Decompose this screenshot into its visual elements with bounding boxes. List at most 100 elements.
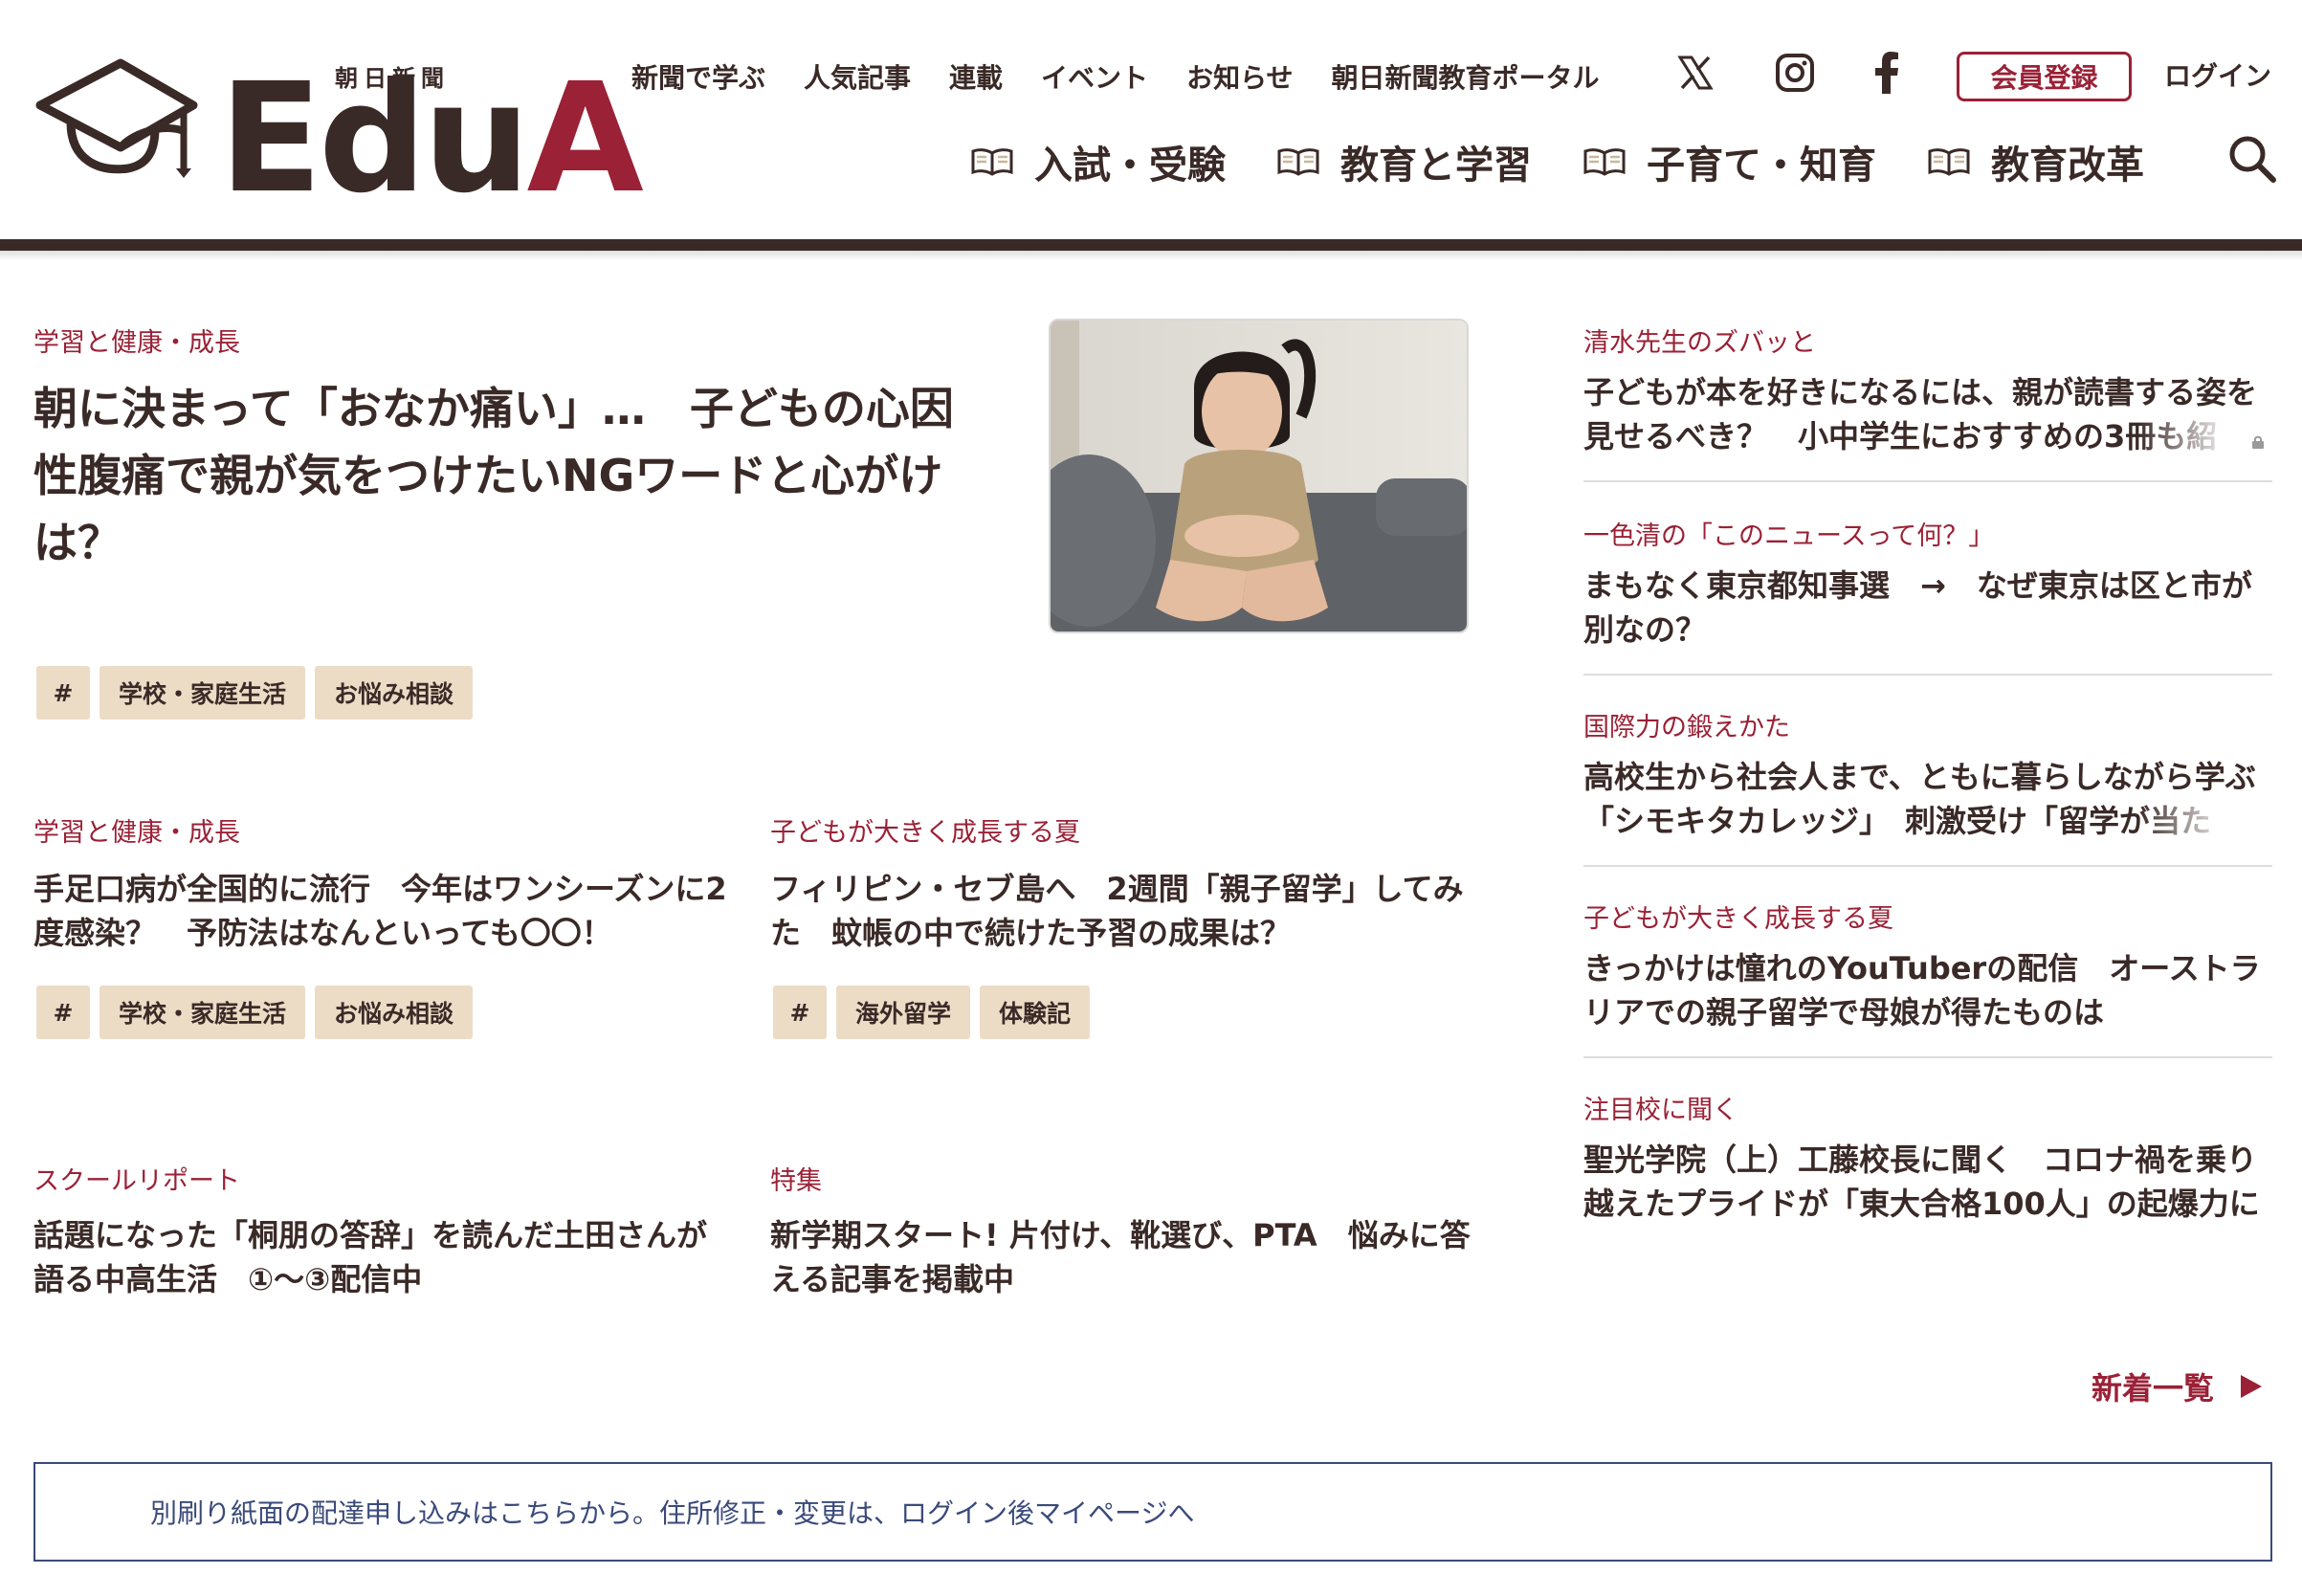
sidebar-title: まもなく東京都知事選 → なぜ東京は区と市が 別なの？ — [1583, 564, 2272, 652]
article-category[interactable]: 特集 — [770, 1160, 822, 1197]
tag-hash[interactable]: # — [36, 666, 90, 720]
top-nav-item[interactable]: 人気記事 — [804, 57, 911, 96]
article-title-line: 手足口病が全国的に流行 今年はワンシーズンに2 — [33, 871, 727, 907]
article-category[interactable]: 学習と健康・成長 — [33, 811, 240, 849]
main-nav-label: 入試・受験 — [1034, 144, 1226, 188]
top-nav-item[interactable]: 朝日新聞教育ポータル — [1332, 57, 1600, 96]
hero-title-line: は？ — [33, 517, 122, 568]
instagram-icon[interactable] — [1772, 50, 1818, 96]
tag[interactable]: 体験記 — [980, 986, 1091, 1039]
sidebar-divider — [1583, 674, 2272, 676]
article-title-line: 度感染？ 予防法はなんといっても〇〇！ — [33, 915, 612, 951]
hero-title-line: 朝に決まって「おなか痛い」… 子どもの心因 — [33, 383, 954, 434]
hero-title-line: 性腹痛で親が気をつけたいNGワードと心がけ — [33, 450, 943, 501]
delivery-notice-banner[interactable]: 別刷り紙面の配達申し込みはこちらから。住所修正・変更は、ログイン後マイページへ — [33, 1462, 2272, 1562]
site-header: 朝日新聞 EduA 新聞で学ぶ 人気記事 連載 イベント お知らせ 朝日新聞教育… — [0, 0, 2302, 239]
hero-article-image[interactable] — [1049, 319, 1469, 633]
sidebar-category: 一色清の「このニュースって何？」 — [1583, 521, 1995, 551]
tag[interactable]: 学校・家庭生活 — [100, 986, 306, 1039]
sidebar-article[interactable]: 子どもが大きく成長する夏 きっかけは憧れのYouTuberの配信 オーストラ リ… — [1583, 898, 2272, 1034]
sidebar-article[interactable]: 国際力の鍛えかた 高校生から社会人まで、ともに暮らしながら学ぶ 「シモキタカレッ… — [1583, 706, 2272, 843]
search-icon[interactable] — [2227, 134, 2277, 184]
sidebar-title-line: まもなく東京都知事選 → なぜ東京は区と市が — [1583, 567, 2252, 604]
article-title-line: える記事を掲載中 — [770, 1261, 1015, 1297]
main-nav-label: 子育て・知育 — [1647, 144, 1876, 188]
article-category[interactable]: スクールリポート — [33, 1160, 240, 1197]
login-link[interactable]: ログイン — [2164, 55, 2271, 94]
sidebar-title: きっかけは憧れのYouTuberの配信 オーストラ リアでの親子留学で母娘が得た… — [1583, 946, 2272, 1034]
book-icon — [1583, 148, 1626, 176]
main-nav: 入試・受験 教育と学習 子育て・知育 教育改革 — [971, 134, 2144, 189]
article-title-line: フィリピン・セブ島へ 2週間「親子留学」してみ — [770, 871, 1464, 907]
tag[interactable]: 海外留学 — [836, 986, 971, 1039]
sidebar-divider — [1583, 480, 2272, 482]
sidebar-article[interactable]: 清水先生のズバッと 子どもが本を好きになるには、親が読書する姿を 見せるべき？ … — [1583, 321, 2272, 458]
lock-icon — [2252, 435, 2264, 449]
sidebar-divider — [1583, 1056, 2272, 1058]
article-tags: # 学校・家庭生活 お悩み相談 — [36, 986, 474, 1039]
hero-category[interactable]: 学習と健康・成長 — [33, 321, 240, 359]
logo-wordmark: EduA — [219, 63, 644, 214]
facebook-icon[interactable] — [1864, 50, 1910, 96]
site-logo[interactable]: 朝日新聞 EduA — [33, 55, 644, 214]
article-tags: # 海外留学 体験記 — [773, 986, 1091, 1039]
sidebar-title-line: 別なの？ — [1583, 611, 1707, 648]
sidebar-title-line: 聖光学院（上）工藤校長に聞く コロナ禍を乗り — [1583, 1142, 2258, 1178]
logo-word-main: Edu — [219, 51, 531, 227]
article-title[interactable]: 話題になった「桐朋の答辞」を読んだ土田さんが 語る中高生活 ①〜③配信中 — [33, 1213, 742, 1301]
article-title-line: 新学期スタート! 片付け、靴選び、PTA 悩みに答 — [770, 1217, 1471, 1253]
logo-word-accent: A — [526, 51, 644, 227]
hero-title[interactable]: 朝に決まって「おなか痛い」… 子どもの心因 性腹痛で親が気をつけたいNGワードと… — [33, 375, 1029, 576]
article-title[interactable]: 手足口病が全国的に流行 今年はワンシーズンに2 度感染？ 予防法はなんといっても… — [33, 867, 742, 955]
sidebar-title: 高校生から社会人まで、ともに暮らしながら学ぶ 「シモキタカレッジ」 刺激受け「留… — [1583, 755, 2272, 843]
title-fade — [2138, 799, 2272, 843]
sidebar-article[interactable]: 注目校に聞く 聖光学院（上）工藤校長に聞く コロナ禍を乗り 越えたプライドが「東… — [1583, 1089, 2272, 1226]
tag[interactable]: お悩み相談 — [315, 666, 474, 720]
top-nav-item[interactable]: イベント — [1041, 57, 1148, 96]
sidebar-divider — [1583, 865, 2272, 867]
delivery-notice-text: 別刷り紙面の配達申し込みはこちらから。住所修正・変更は、ログイン後マイページへ — [150, 1497, 1195, 1529]
register-button[interactable]: 会員登録 — [1957, 52, 2132, 101]
main-nav-item[interactable]: 教育改革 — [1928, 134, 2144, 189]
article-title-line: 話題になった「桐朋の答辞」を読んだ土田さんが — [33, 1217, 708, 1253]
article-title-line: 語る中高生活 ①〜③配信中 — [33, 1261, 423, 1297]
top-nav-item[interactable]: 新聞で学ぶ — [631, 57, 765, 96]
child-stomachache-photo — [1051, 321, 1467, 632]
article-title[interactable]: 新学期スタート! 片付け、靴選び、PTA 悩みに答 える記事を掲載中 — [770, 1213, 1478, 1301]
sidebar-category: 清水先生のズバッと — [1583, 328, 1816, 358]
tag-hash[interactable]: # — [36, 986, 90, 1039]
sidebar-title-line: きっかけは憧れのYouTuberの配信 オーストラ — [1583, 950, 2261, 986]
more-news-label: 新着一覧 — [2092, 1370, 2215, 1407]
top-nav-item[interactable]: 連載 — [949, 57, 1003, 96]
main-nav-label: 教育改革 — [1991, 144, 2144, 188]
graduation-cap-logo-icon — [35, 58, 198, 178]
hero-tags: # 学校・家庭生活 お悩み相談 — [36, 666, 474, 720]
sidebar-category: 国際力の鍛えかた — [1583, 713, 1790, 743]
article-title-line: た 蚊帳の中で続けた予習の成果は？ — [770, 915, 1292, 951]
sidebar-category: 注目校に聞く — [1583, 1096, 1738, 1125]
sidebar-title-line: 越えたプライドが「東大合格100人」の起爆力に — [1583, 1186, 2260, 1222]
sidebar-category: 子どもが大きく成長する夏 — [1583, 904, 1893, 934]
top-nav-item[interactable]: お知らせ — [1186, 57, 1293, 96]
sidebar-title-line: 高校生から社会人まで、ともに暮らしながら学ぶ — [1583, 759, 2256, 795]
book-icon — [1277, 148, 1319, 176]
tag[interactable]: 学校・家庭生活 — [100, 666, 306, 720]
tag[interactable]: お悩み相談 — [315, 986, 474, 1039]
header-shadow — [0, 251, 2302, 260]
main-nav-item[interactable]: 子育て・知育 — [1583, 134, 1876, 189]
sidebar-article[interactable]: 一色清の「このニュースって何？」 まもなく東京都知事選 → なぜ東京は区と市が … — [1583, 515, 2272, 652]
header-divider — [0, 239, 2302, 251]
sidebar-title: 子どもが本を好きになるには、親が読書する姿を 見せるべき？ 小中学生におすすめの… — [1583, 370, 2272, 458]
more-news-link[interactable]: 新着一覧 — [2092, 1364, 2263, 1408]
article-category[interactable]: 子どもが大きく成長する夏 — [770, 811, 1080, 849]
book-icon — [971, 148, 1013, 176]
sidebar-title-line: 子どもが本を好きになるには、親が読書する姿を — [1583, 374, 2258, 410]
main-nav-item[interactable]: 入試・受験 — [971, 134, 1226, 189]
article-title[interactable]: フィリピン・セブ島へ 2週間「親子留学」してみ た 蚊帳の中で続けた予習の成果は… — [770, 867, 1478, 955]
sidebar-title: 聖光学院（上）工藤校長に聞く コロナ禍を乗り 越えたプライドが「東大合格100人… — [1583, 1138, 2272, 1226]
x-icon[interactable] — [1672, 50, 1718, 96]
sidebar-title-line: リアでの親子留学で母娘が得たものは — [1583, 994, 2105, 1031]
main-nav-item[interactable]: 教育と学習 — [1277, 134, 1532, 189]
arrow-right-icon — [2241, 1375, 2263, 1398]
tag-hash[interactable]: # — [773, 986, 827, 1039]
